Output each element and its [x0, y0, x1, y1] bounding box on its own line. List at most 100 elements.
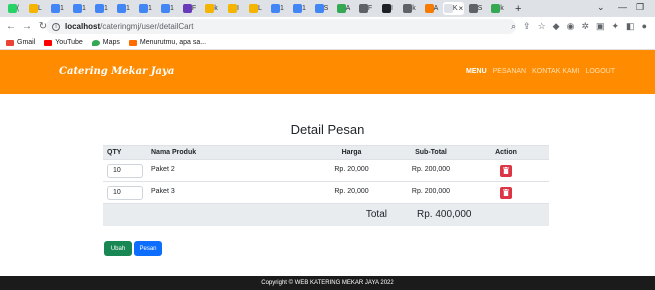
browser-tab[interactable]: k: [201, 2, 222, 15]
browser-tab[interactable]: k: [399, 2, 420, 15]
browser-tab[interactable]: L: [25, 2, 46, 15]
browser-tab[interactable]: A: [421, 2, 442, 15]
tab-label: 1: [148, 5, 152, 12]
settings-icon[interactable]: ✲: [581, 21, 589, 32]
delete-button[interactable]: [500, 164, 512, 177]
tab-favicon-icon: [249, 4, 259, 13]
tab-list: (L 1 1 1 1 1 1 Fk I L 1 1 S A F Ik A K × Sk: [3, 2, 509, 15]
product-subtotal: Rp. 200,000: [399, 159, 463, 182]
browser-tab[interactable]: K ×: [443, 2, 464, 15]
toolbar-icons: ⌕ ⇪ ☆ ◆ ◉ ✲ ▣ ✦ ◧ ●: [511, 21, 647, 32]
browser-tab[interactable]: k: [487, 2, 508, 15]
bookmark-gmail[interactable]: Gmail: [6, 39, 35, 46]
tab-label: 1: [126, 5, 130, 12]
bookmarks-bar: Gmail YouTube Maps Menurutmu, apa sa...: [0, 36, 655, 50]
info-icon[interactable]: i: [52, 22, 60, 31]
pin-icon[interactable]: ✦: [612, 21, 620, 32]
nav-pesanan[interactable]: PESANAN: [493, 68, 526, 75]
nav-menu[interactable]: MENU: [466, 68, 487, 75]
browser-tab[interactable]: (: [3, 2, 24, 15]
extension-icon[interactable]: ◆: [553, 21, 560, 32]
tab-favicon-icon: [205, 4, 215, 13]
browser-tab[interactable]: 1: [135, 2, 156, 15]
browser-tab[interactable]: 1: [157, 2, 178, 15]
tab-favicon-icon: [161, 4, 171, 13]
browser-tab[interactable]: F: [355, 2, 376, 15]
browser-tab[interactable]: 1: [113, 2, 134, 15]
tab-favicon-icon: [271, 4, 281, 13]
tab-favicon-icon: [139, 4, 149, 13]
tab-label: I: [237, 5, 239, 12]
quantity-input[interactable]: [107, 185, 143, 200]
browser-tab[interactable]: S: [465, 2, 486, 15]
zoom-icon[interactable]: ⌕: [511, 21, 516, 32]
tab-label: 1: [60, 5, 64, 12]
close-tab-icon[interactable]: ×: [459, 4, 464, 13]
browser-tab[interactable]: S: [311, 2, 332, 15]
gmail-icon: [6, 39, 14, 46]
tab-favicon-icon: [293, 4, 303, 13]
tab-label: 1: [280, 5, 284, 12]
share-icon[interactable]: ⇪: [523, 21, 531, 32]
nav-links: MENU PESANAN KONTAK KAMI LOGOUT: [466, 68, 615, 75]
tab-label: L: [38, 5, 42, 12]
col-price: Harga: [304, 145, 399, 160]
product-name: Paket 3: [149, 181, 304, 204]
address-bar: ← → ↻ i localhost/cateringmj/user/detail…: [0, 17, 655, 36]
browser-tab[interactable]: F: [179, 2, 200, 15]
delete-button[interactable]: [500, 186, 512, 199]
tab-favicon-icon: [95, 4, 105, 13]
tab-favicon-icon: [51, 4, 61, 13]
sidebar-icon[interactable]: ◧: [626, 21, 635, 32]
update-button[interactable]: Ubah: [104, 241, 132, 256]
maximize-icon[interactable]: ❐: [636, 2, 644, 13]
table-header: QTY Nama Produk Harga Sub-Total Action: [103, 145, 549, 160]
browser-tab[interactable]: 1: [267, 2, 288, 15]
tab-label: I: [391, 5, 393, 12]
product-name: Paket 2: [149, 159, 304, 182]
page-title: Detail Pesan: [290, 122, 365, 137]
footer-copyright: Copyright © WEB KATERING MEKAR JAYA 2022: [0, 276, 655, 290]
extension-icon-2[interactable]: ◉: [567, 21, 575, 32]
bookmark-icon: [128, 39, 137, 46]
order-button[interactable]: Pesan: [134, 241, 162, 256]
bookmark-maps[interactable]: Maps: [91, 39, 120, 46]
tab-label: 1: [170, 5, 174, 12]
profile-icon[interactable]: ●: [642, 21, 647, 32]
minimize-icon[interactable]: —: [618, 2, 627, 12]
forward-icon[interactable]: →: [22, 21, 32, 32]
puzzle-icon[interactable]: ▣: [596, 21, 605, 32]
total-row: Total Rp. 400,000: [103, 203, 549, 226]
tab-label: (: [16, 5, 20, 12]
browser-tab[interactable]: I: [377, 2, 398, 15]
browser-tab[interactable]: 1: [47, 2, 68, 15]
url-input[interactable]: i localhost/cateringmj/user/detailCart: [46, 19, 516, 34]
quantity-input[interactable]: [107, 163, 143, 178]
new-tab-icon[interactable]: +: [515, 3, 521, 15]
site-navbar: Catering Mekar Jaya MENU PESANAN KONTAK …: [0, 50, 655, 94]
back-icon[interactable]: ←: [6, 21, 16, 32]
tab-favicon-icon: [7, 4, 17, 13]
nav-logout[interactable]: LOGOUT: [585, 68, 615, 75]
browser-tab[interactable]: 1: [69, 2, 90, 15]
browser-tab[interactable]: 1: [91, 2, 112, 15]
browser-tab[interactable]: I: [223, 2, 244, 15]
col-qty: QTY: [103, 145, 149, 160]
browser-tab[interactable]: L: [245, 2, 266, 15]
trash-icon: [503, 167, 509, 174]
brand-logo[interactable]: Catering Mekar Jaya: [59, 66, 174, 77]
tab-label: k: [500, 5, 504, 12]
bookmark-youtube[interactable]: YouTube: [44, 39, 83, 46]
star-icon[interactable]: ☆: [538, 21, 546, 32]
browser-tab[interactable]: A: [333, 2, 354, 15]
browser-tab[interactable]: 1: [289, 2, 310, 15]
browser-tab-strip: (L 1 1 1 1 1 1 Fk I L 1 1 S A F Ik A K × Sk +: [0, 0, 655, 17]
nav-kontak-kami[interactable]: KONTAK KAMI: [532, 68, 579, 75]
maps-icon: [91, 39, 100, 46]
tab-favicon-icon: [382, 4, 392, 13]
trash-icon: [503, 189, 509, 196]
bookmark-menurutmu[interactable]: Menurutmu, apa sa...: [128, 39, 206, 46]
chevron-down-icon[interactable]: ⌄: [597, 2, 605, 13]
tab-favicon-icon: [228, 4, 238, 13]
tab-favicon-icon: [73, 4, 83, 13]
